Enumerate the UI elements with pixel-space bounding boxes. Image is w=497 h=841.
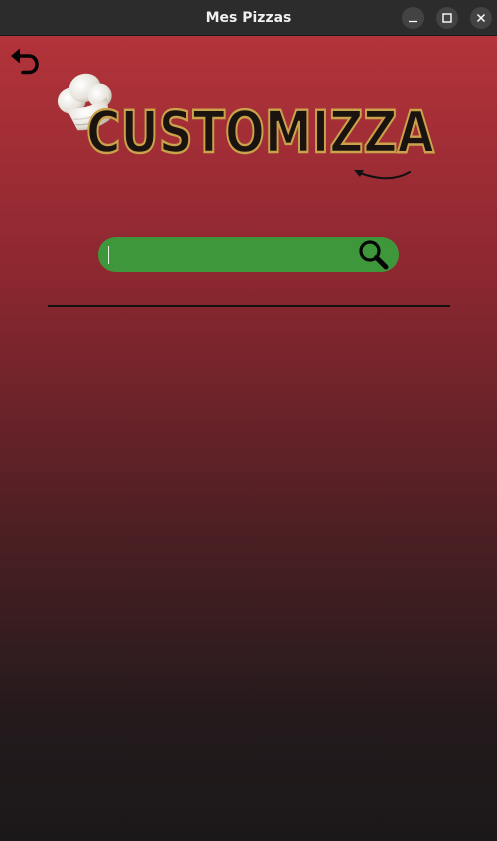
main-content: CUSTOMIZZA bbox=[0, 36, 497, 841]
app-window: Mes Pizzas CUSTOMIZZA bbox=[0, 0, 497, 841]
logo-swirl-arrow bbox=[354, 170, 411, 180]
undo-arrow-icon bbox=[11, 48, 39, 75]
close-icon bbox=[476, 13, 486, 23]
minimize-icon bbox=[409, 20, 417, 23]
maximize-button[interactable] bbox=[436, 7, 458, 29]
text-caret bbox=[108, 246, 109, 264]
minimize-button[interactable] bbox=[402, 7, 424, 29]
maximize-icon bbox=[442, 13, 452, 23]
logo-wordmark: CUSTOMIZZA bbox=[85, 97, 435, 166]
search-input[interactable] bbox=[106, 240, 354, 269]
back-button[interactable] bbox=[8, 46, 42, 80]
close-button[interactable] bbox=[470, 7, 492, 29]
search-icon bbox=[359, 240, 389, 270]
search-button[interactable] bbox=[355, 237, 395, 272]
results-divider bbox=[48, 305, 450, 307]
search-bar bbox=[98, 237, 399, 272]
logo-text: CUSTOMIZZA bbox=[86, 98, 434, 166]
customizza-logo: CUSTOMIZZA bbox=[52, 70, 440, 188]
title-bar: Mes Pizzas bbox=[0, 0, 497, 36]
